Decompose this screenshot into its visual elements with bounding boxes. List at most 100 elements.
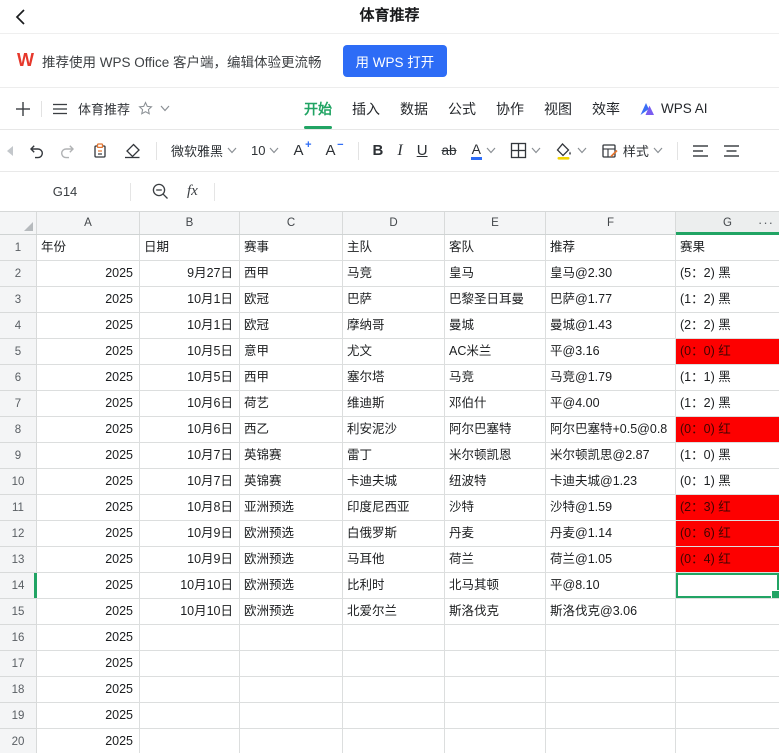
cell-tip[interactable]: 阿尔巴塞特+0.5@0.8 xyxy=(546,417,676,443)
cell-event[interactable]: 欧洲预选 xyxy=(240,521,343,547)
row-header[interactable]: 6 xyxy=(0,365,37,391)
cell-result[interactable]: (5：2) 黑 xyxy=(676,261,779,287)
cell-result[interactable] xyxy=(676,729,779,753)
cell-tip[interactable]: 平@8.10 xyxy=(546,573,676,599)
collapse-toolbar-icon[interactable] xyxy=(7,146,13,156)
tab-2[interactable]: 插入 xyxy=(351,88,381,129)
tab-7[interactable]: 效率 xyxy=(591,88,621,129)
cell-home-team[interactable] xyxy=(343,677,445,703)
cell-year[interactable]: 年份 xyxy=(37,235,140,261)
cell-event[interactable]: 欧洲预选 xyxy=(240,599,343,625)
cell-date[interactable]: 10月1日 xyxy=(140,313,240,339)
cell-year[interactable]: 2025 xyxy=(37,495,140,521)
increase-font-button[interactable]: A+ xyxy=(293,142,311,159)
select-all-corner[interactable] xyxy=(0,212,37,234)
cell-away-team[interactable] xyxy=(445,677,546,703)
cell-date[interactable]: 10月8日 xyxy=(140,495,240,521)
row-header[interactable]: 3 xyxy=(0,287,37,313)
cell-result[interactable]: (0：6) 红 xyxy=(676,521,779,547)
cell-event[interactable] xyxy=(240,729,343,753)
cell-tip[interactable]: 皇马@2.30 xyxy=(546,261,676,287)
cell-date[interactable]: 10月10日 xyxy=(140,573,240,599)
cell-event[interactable]: 英锦赛 xyxy=(240,443,343,469)
zoom-icon[interactable] xyxy=(151,182,170,201)
menu-icon[interactable] xyxy=(52,101,68,117)
cell-year[interactable]: 2025 xyxy=(37,339,140,365)
cell-event[interactable]: 欧洲预选 xyxy=(240,573,343,599)
cell-year[interactable]: 2025 xyxy=(37,625,140,651)
column-header[interactable]: C xyxy=(240,212,343,234)
row-header[interactable]: 12 xyxy=(0,521,37,547)
cell-reference-box[interactable]: G14 xyxy=(0,184,130,199)
borders-button[interactable] xyxy=(510,142,541,159)
cell-away-team[interactable]: 曼城 xyxy=(445,313,546,339)
cell-result[interactable] xyxy=(676,677,779,703)
cell-year[interactable]: 2025 xyxy=(37,313,140,339)
cell-event[interactable]: 英锦赛 xyxy=(240,469,343,495)
cell-away-team[interactable] xyxy=(445,651,546,677)
cell-tip[interactable]: 巴萨@1.77 xyxy=(546,287,676,313)
cell-away-team[interactable]: 阿尔巴塞特 xyxy=(445,417,546,443)
row-header[interactable]: 10 xyxy=(0,469,37,495)
row-header[interactable]: 7 xyxy=(0,391,37,417)
cell-result[interactable]: (1：0) 黑 xyxy=(676,443,779,469)
cell-date[interactable]: 10月6日 xyxy=(140,391,240,417)
cell-year[interactable]: 2025 xyxy=(37,365,140,391)
cell-away-team[interactable]: 纽波特 xyxy=(445,469,546,495)
cell-result[interactable]: (0：4) 红 xyxy=(676,547,779,573)
row-header[interactable]: 16 xyxy=(0,625,37,651)
cell-year[interactable]: 2025 xyxy=(37,261,140,287)
cell-year[interactable]: 2025 xyxy=(37,391,140,417)
column-header[interactable]: E xyxy=(445,212,546,234)
cell-year[interactable]: 2025 xyxy=(37,417,140,443)
cell-year[interactable]: 2025 xyxy=(37,729,140,753)
font-name-select[interactable]: 微软雅黑 xyxy=(171,141,237,160)
cell-event[interactable]: 亚洲预选 xyxy=(240,495,343,521)
column-more-button[interactable]: ··· xyxy=(758,212,774,235)
cell-event[interactable]: 欧冠 xyxy=(240,313,343,339)
cell-home-team[interactable] xyxy=(343,729,445,753)
cell-date[interactable]: 10月10日 xyxy=(140,599,240,625)
cell-tip[interactable] xyxy=(546,703,676,729)
cell-result[interactable]: (1：1) 黑 xyxy=(676,365,779,391)
cell-date[interactable]: 10月6日 xyxy=(140,417,240,443)
cell-away-team[interactable] xyxy=(445,729,546,753)
row-header[interactable]: 9 xyxy=(0,443,37,469)
cell-home-team[interactable]: 比利时 xyxy=(343,573,445,599)
decrease-font-button[interactable]: A− xyxy=(326,142,344,159)
cell-event[interactable]: 西甲 xyxy=(240,261,343,287)
cell-date[interactable] xyxy=(140,625,240,651)
cell-away-team[interactable]: 荷兰 xyxy=(445,547,546,573)
column-header[interactable]: D xyxy=(343,212,445,234)
cell-away-team[interactable]: 皇马 xyxy=(445,261,546,287)
cell-away-team[interactable]: 邓伯什 xyxy=(445,391,546,417)
cell-year[interactable]: 2025 xyxy=(37,599,140,625)
cell-event[interactable]: 意甲 xyxy=(240,339,343,365)
cell-event[interactable]: 欧冠 xyxy=(240,287,343,313)
cell-date[interactable]: 9月27日 xyxy=(140,261,240,287)
cell-home-team[interactable]: 塞尔塔 xyxy=(343,365,445,391)
cell-home-team[interactable]: 雷丁 xyxy=(343,443,445,469)
cell-event[interactable]: 西乙 xyxy=(240,417,343,443)
cell-date[interactable]: 10月5日 xyxy=(140,365,240,391)
cell-result[interactable]: 赛果 xyxy=(676,235,779,261)
tab-1[interactable]: 开始 xyxy=(303,88,333,129)
redo-button[interactable] xyxy=(59,142,77,160)
cell-away-team[interactable]: 马竞 xyxy=(445,365,546,391)
cell-style-button[interactable]: 样式 xyxy=(601,141,663,160)
cell-away-team[interactable]: 斯洛伐克 xyxy=(445,599,546,625)
cell-home-team[interactable]: 马耳他 xyxy=(343,547,445,573)
document-name[interactable]: 体育推荐 xyxy=(78,99,130,118)
cell-home-team[interactable] xyxy=(343,703,445,729)
format-painter-button[interactable] xyxy=(91,142,109,160)
cell-event[interactable] xyxy=(240,625,343,651)
strikethrough-button[interactable]: ab xyxy=(442,143,457,158)
column-header[interactable]: B xyxy=(140,212,240,234)
cell-home-team[interactable]: 摩纳哥 xyxy=(343,313,445,339)
cell-home-team[interactable]: 主队 xyxy=(343,235,445,261)
italic-button[interactable]: I xyxy=(397,142,402,160)
tab-3[interactable]: 数据 xyxy=(399,88,429,129)
cell-date[interactable] xyxy=(140,677,240,703)
cell-result[interactable] xyxy=(676,651,779,677)
cell-result[interactable]: (0：0) 红 xyxy=(676,339,779,365)
